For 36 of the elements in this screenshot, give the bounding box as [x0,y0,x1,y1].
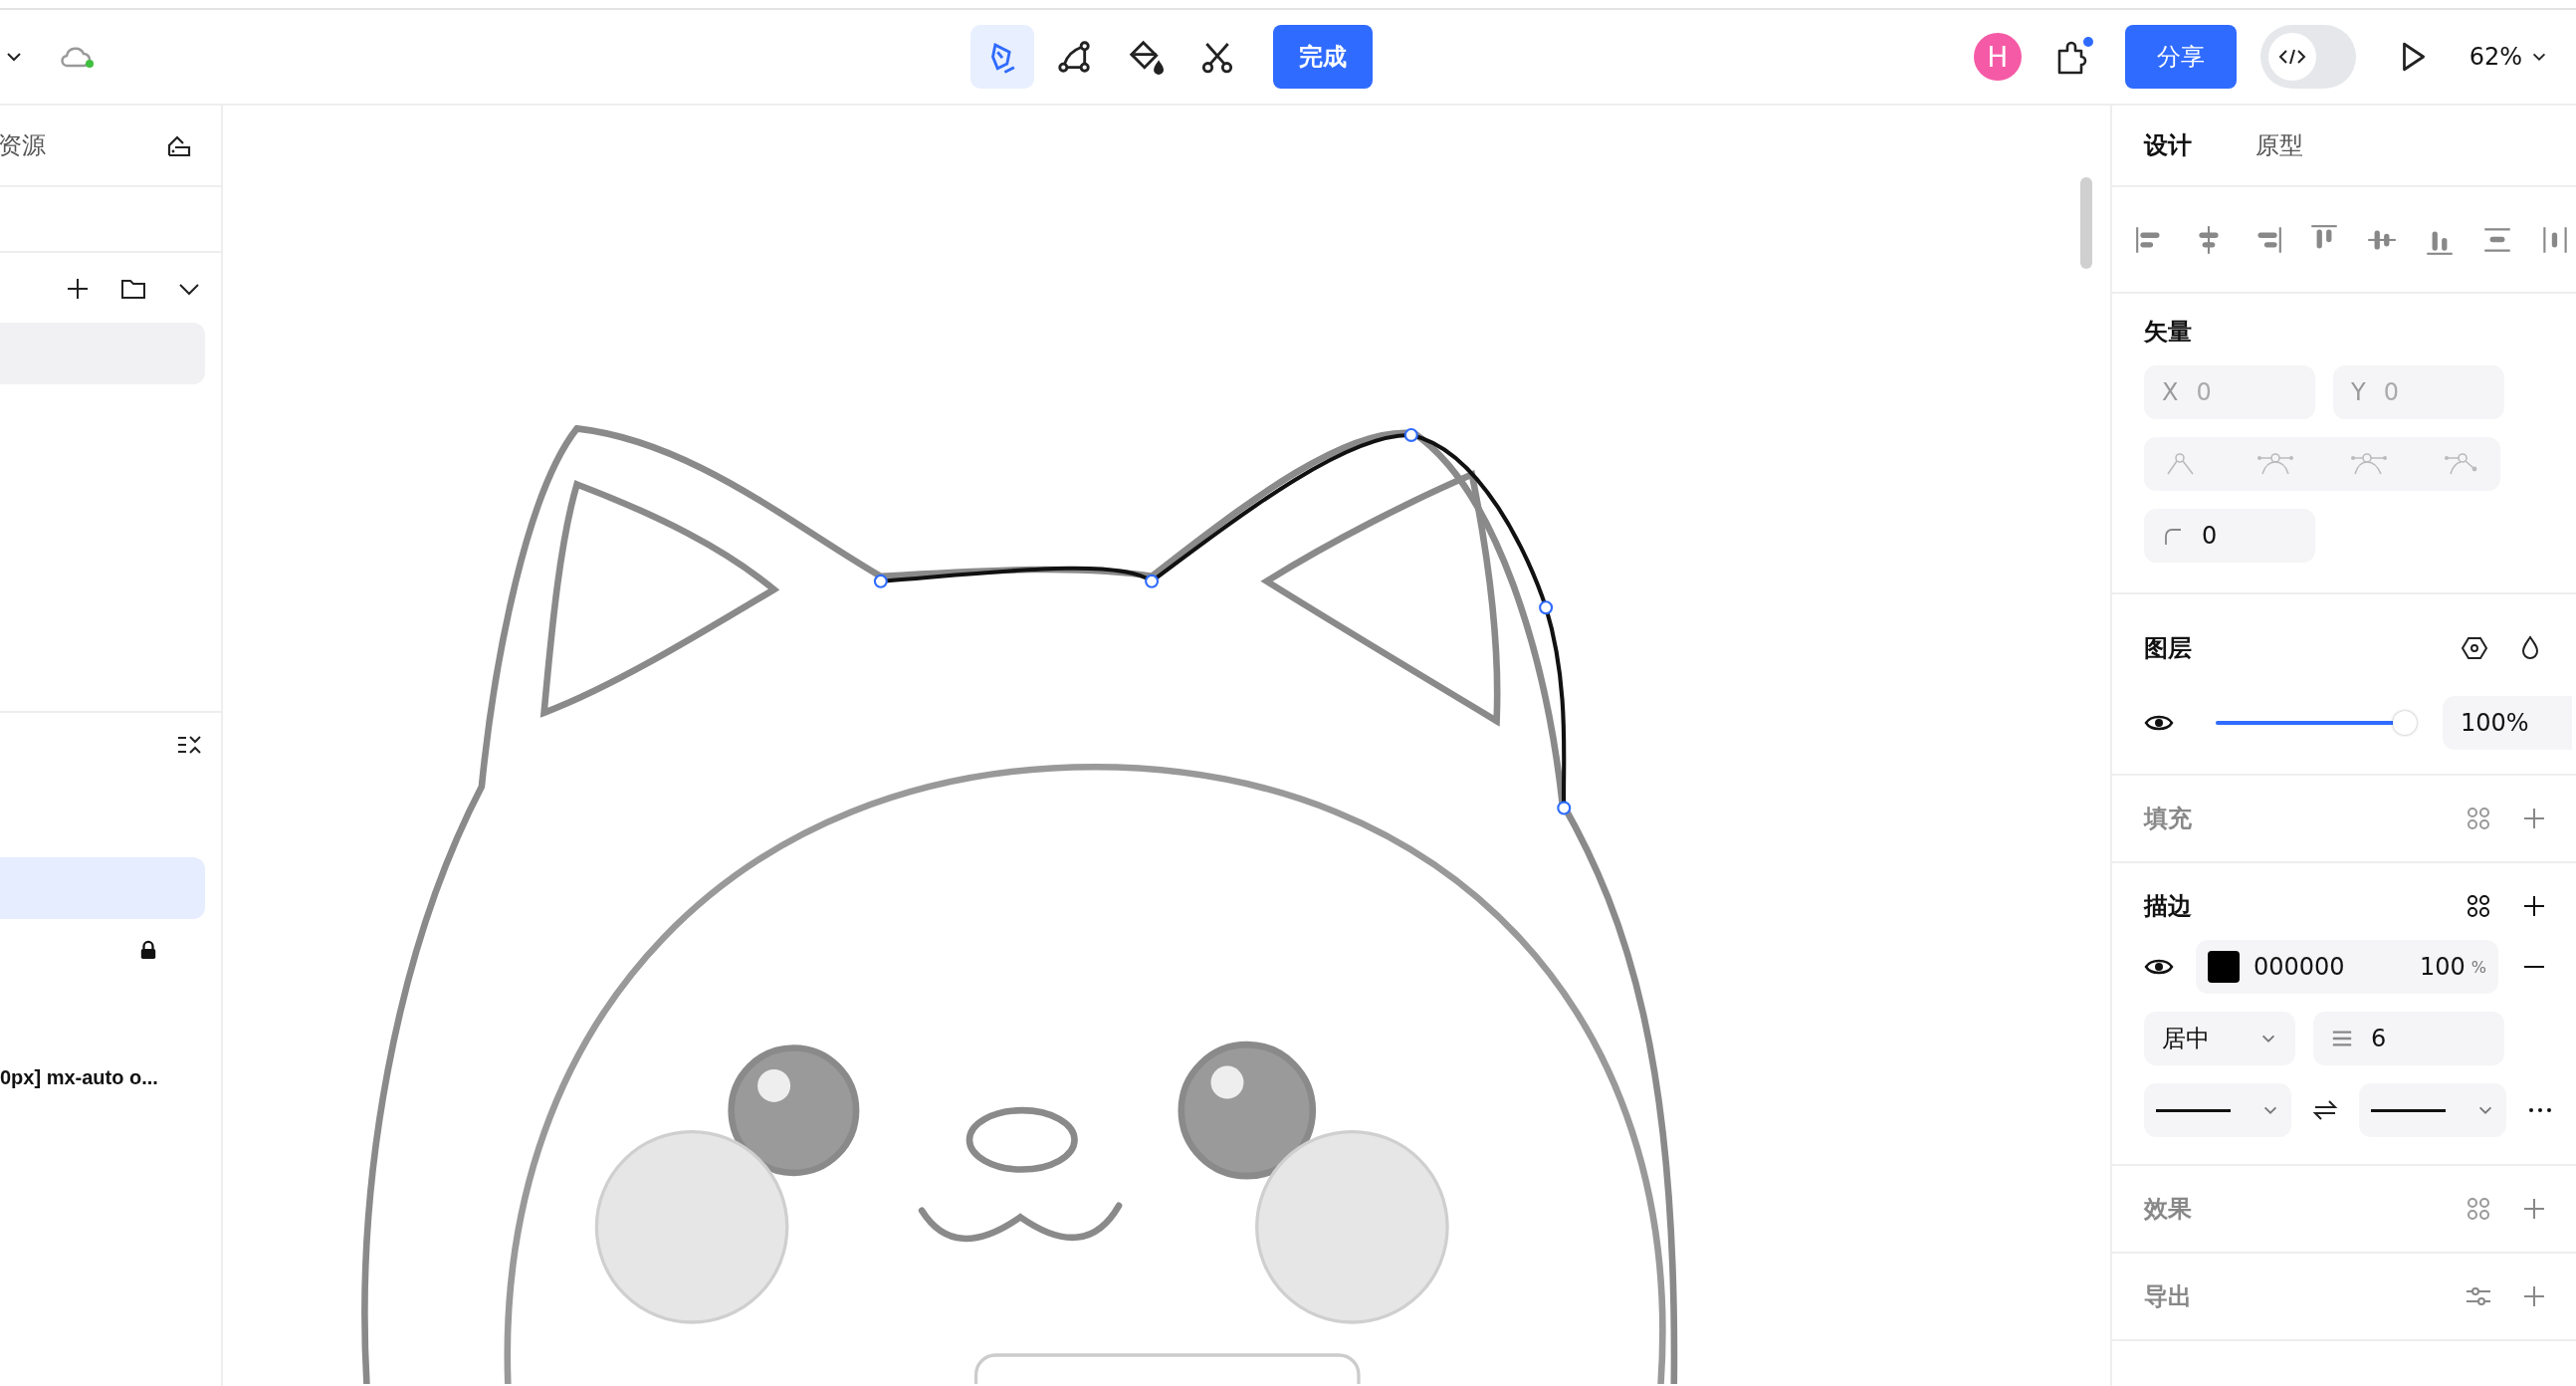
layer-row[interactable]: 0px] mx-auto o... [0,1046,221,1108]
solid-line-icon [2371,1108,2446,1112]
stroke-weight-icon [2331,1029,2353,1048]
corner-radius-field[interactable]: 0 [2144,509,2315,563]
scrollbar[interactable] [2080,177,2092,269]
solid-line-icon [2156,1108,2231,1112]
node-tool-icon [1055,38,1093,76]
panel-tab[interactable]: 设计 [2144,129,2192,161]
section-title: 导出 [2144,1281,2192,1312]
styles-grid-icon[interactable] [2465,892,2492,920]
lock-icon[interactable] [139,940,157,960]
code-icon [2276,47,2307,67]
paint-bucket-icon [1127,38,1165,76]
section-title: 效果 [2144,1194,2192,1225]
section-title: 填充 [2144,804,2192,834]
anchor-point[interactable] [1403,427,1418,442]
hexagon-icon[interactable] [2461,634,2488,662]
done-button[interactable]: 完成 [1273,25,1373,89]
stroke-color-field[interactable]: 000000 100 % [2196,940,2498,994]
eye-icon[interactable] [2144,713,2174,733]
zoom-dropdown[interactable]: 62% [2469,43,2548,71]
section-title: 矢量 [2144,317,2193,347]
opacity-field[interactable]: 100% [2443,696,2572,750]
section-title: 描边 [2144,891,2192,922]
stroke-weight-field[interactable]: 6 [2313,1012,2504,1065]
share-button[interactable]: 分享 [2124,25,2237,89]
anchor-point[interactable] [1145,574,1160,588]
anchor-point[interactable] [1539,600,1554,615]
section-title: 图层 [2144,633,2192,664]
stroke-align-dropdown[interactable]: 居中 [2144,1012,2295,1065]
eye-icon[interactable] [2144,957,2174,977]
panel-title: 资源 [0,130,46,161]
line-start-dropdown[interactable] [2144,1083,2291,1137]
panel-tab[interactable]: 原型 [2255,129,2303,161]
corner-radius-icon [2162,526,2184,546]
line-end-dropdown[interactable] [2359,1083,2506,1137]
